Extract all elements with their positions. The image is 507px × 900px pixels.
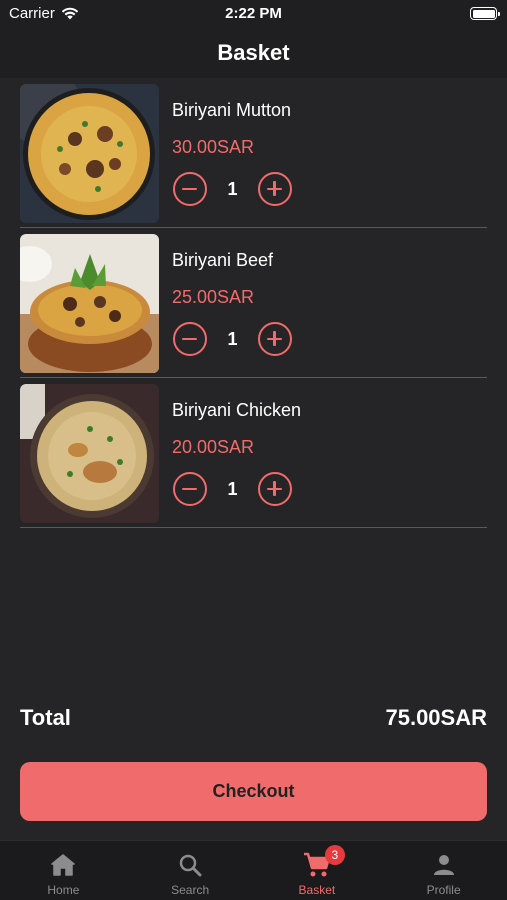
item-name: Biriyani Chicken [172, 400, 302, 420]
basket-item: Biriyani Mutton 30.00SAR 1 [20, 78, 487, 228]
tab-label: Search [171, 883, 210, 897]
food-image [20, 384, 159, 523]
decrease-quantity-button[interactable] [173, 322, 207, 356]
increase-quantity-button[interactable] [258, 322, 292, 356]
navigation-bar: Basket [0, 28, 507, 78]
tab-label: Home [47, 883, 80, 897]
tab-home[interactable]: Home [0, 841, 127, 900]
item-price: 20.00SAR [172, 437, 255, 457]
total-value: 75.00SAR [385, 705, 487, 730]
minus-icon [182, 337, 197, 340]
food-image [20, 234, 159, 373]
basket-count-badge: 3 [324, 845, 345, 865]
quantity-value: 1 [227, 178, 238, 199]
item-price: 30.00SAR [172, 137, 255, 157]
quantity-stepper: 1 [173, 172, 292, 206]
quantity-stepper: 1 [173, 472, 292, 506]
item-name: Biriyani Mutton [172, 100, 292, 120]
battery-icon [470, 7, 500, 20]
increase-quantity-button[interactable] [258, 472, 292, 506]
increase-quantity-button[interactable] [258, 172, 292, 206]
quantity-value: 1 [227, 328, 238, 349]
tab-label: Basket [298, 883, 336, 897]
decrease-quantity-button[interactable] [173, 172, 207, 206]
quantity-value: 1 [227, 478, 238, 499]
minus-icon [182, 487, 197, 490]
basket-content: Biriyani Mutton 30.00SAR 1 Biriyani Beef… [0, 78, 507, 840]
basket-item: Biriyani Beef 25.00SAR 1 [20, 228, 487, 378]
tab-basket[interactable]: 3 Basket [254, 841, 381, 900]
total-label: Total [20, 705, 71, 730]
total-row: Total 75.00SAR [20, 703, 487, 735]
cart-icon: 3 [303, 845, 345, 879]
food-image [20, 84, 159, 223]
item-price: 25.00SAR [172, 287, 255, 307]
tab-search[interactable]: Search [127, 841, 254, 900]
quantity-stepper: 1 [173, 322, 292, 356]
tab-profile[interactable]: Profile [380, 841, 507, 900]
item-name: Biriyani Beef [172, 250, 274, 270]
page-title: Basket [217, 40, 290, 65]
tab-label: Profile [426, 883, 461, 897]
status-time: 2:22 PM [225, 5, 282, 22]
home-icon [49, 851, 77, 879]
status-bar: Carrier 2:22 PM [0, 0, 507, 28]
basket-item: Biriyani Chicken 20.00SAR 1 [20, 378, 487, 528]
search-icon [176, 851, 204, 879]
person-icon [430, 851, 458, 879]
decrease-quantity-button[interactable] [173, 472, 207, 506]
tab-bar: Home Search 3 Basket Profile [0, 840, 507, 900]
checkout-button[interactable]: Checkout [20, 762, 487, 821]
minus-icon [182, 187, 197, 190]
